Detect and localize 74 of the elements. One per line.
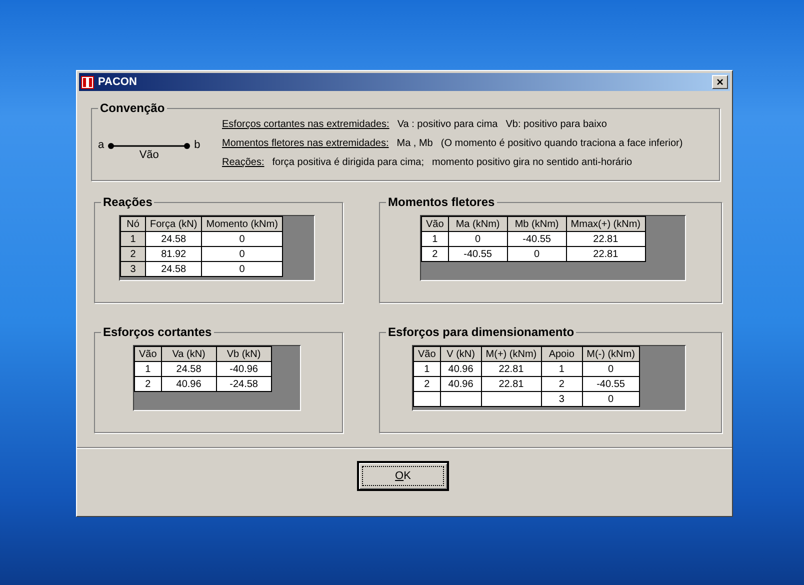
column-header: Vão bbox=[134, 346, 162, 362]
table-cell: 1 bbox=[414, 362, 440, 376]
row-header: 1 bbox=[120, 232, 146, 246]
window-icon bbox=[81, 76, 94, 88]
table-cell: 40.96 bbox=[161, 376, 216, 392]
convention-label: Momentos fletores nas extremidades: bbox=[222, 138, 389, 149]
convention-text: (O momento é positivo quando traciona a face inferior) bbox=[440, 138, 683, 149]
convention-text: Vb: positivo para baixo bbox=[506, 119, 607, 130]
column-header: M(+) (kNm) bbox=[481, 346, 542, 362]
table-cell: 40.96 bbox=[440, 376, 482, 392]
table-cell: 0 bbox=[582, 392, 640, 406]
convention-label: Esforços cortantes nas extremidades: bbox=[222, 119, 390, 130]
table-cell: 1 bbox=[134, 362, 162, 376]
column-header: Nó bbox=[120, 216, 146, 232]
column-header: Momento (kNm) bbox=[202, 216, 282, 232]
table-cell: -40.55 bbox=[448, 246, 508, 262]
table-cell: 24.58 bbox=[161, 362, 216, 376]
row-header: 3 bbox=[120, 262, 146, 276]
table-cell: 22.81 bbox=[481, 362, 542, 376]
column-header: Mb (kNm) bbox=[507, 216, 566, 232]
table-cell: 0 bbox=[202, 246, 282, 262]
group-title: Reações bbox=[102, 195, 154, 209]
close-button[interactable]: × bbox=[712, 75, 728, 89]
column-header: Ma (kNm) bbox=[448, 216, 508, 232]
column-header: Mmax(+) (kNm) bbox=[566, 216, 646, 232]
table-cell: -24.58 bbox=[216, 376, 272, 392]
table-cell: 40.96 bbox=[440, 362, 482, 376]
group-title: Momentos fletores bbox=[387, 195, 496, 209]
table-cell: 2 bbox=[422, 246, 448, 262]
beam-icon bbox=[108, 142, 190, 150]
column-header: Força (kN) bbox=[146, 216, 202, 232]
column-header: Vão bbox=[414, 346, 440, 362]
convention-text: momento positivo gira no sentido anti-horário bbox=[432, 157, 632, 168]
column-header: Apoio bbox=[541, 346, 582, 362]
column-header: Va (kN) bbox=[161, 346, 216, 362]
table-cell: 22.81 bbox=[566, 232, 646, 246]
column-header: V (kN) bbox=[440, 346, 482, 362]
table-cell: -40.55 bbox=[582, 376, 640, 392]
table-cell: 2 bbox=[414, 376, 440, 392]
ok-button[interactable]: OK bbox=[357, 461, 449, 491]
window-title: PACON bbox=[98, 76, 138, 88]
group-title: Esforços para dimensionamento bbox=[387, 325, 576, 339]
group-title: Convenção bbox=[99, 101, 166, 115]
table-cell: 2 bbox=[134, 376, 162, 392]
convention-text: Ma , Mb bbox=[396, 138, 433, 149]
diagram-label: Vão bbox=[139, 150, 159, 161]
table-cell: 0 bbox=[507, 246, 566, 262]
group-title: Esforços cortantes bbox=[102, 325, 213, 339]
table-cell: 24.58 bbox=[146, 232, 202, 246]
convention-label: Reações: bbox=[222, 157, 264, 168]
table-cell: 0 bbox=[202, 262, 282, 276]
row-header: 2 bbox=[120, 246, 146, 262]
table-cell: 3 bbox=[541, 392, 582, 406]
table-cell: -40.55 bbox=[507, 232, 566, 246]
table-cell: 24.58 bbox=[146, 262, 202, 276]
table-cell: 22.81 bbox=[481, 376, 542, 392]
table-cell: 1 bbox=[541, 362, 582, 376]
table-cell: 1 bbox=[422, 232, 448, 246]
table-cell bbox=[440, 392, 482, 406]
table-cell bbox=[481, 392, 542, 406]
column-header: M(-) (kNm) bbox=[582, 346, 640, 362]
column-header: Vb (kN) bbox=[216, 346, 272, 362]
table-cell: 81.92 bbox=[146, 246, 202, 262]
table-cell: 22.81 bbox=[566, 246, 646, 262]
convention-text: força positiva é dirigida para cima; bbox=[272, 157, 424, 168]
table-cell: 2 bbox=[541, 376, 582, 392]
column-header: Vão bbox=[422, 216, 448, 232]
table-cell: 0 bbox=[582, 362, 640, 376]
diagram-label: a bbox=[98, 139, 104, 151]
diagram-label: b bbox=[194, 139, 200, 151]
table-cell: 0 bbox=[202, 232, 282, 246]
table-cell: 0 bbox=[448, 232, 508, 246]
table-cell: -40.96 bbox=[216, 362, 272, 376]
convention-text: Va : positivo para cima bbox=[397, 119, 498, 130]
